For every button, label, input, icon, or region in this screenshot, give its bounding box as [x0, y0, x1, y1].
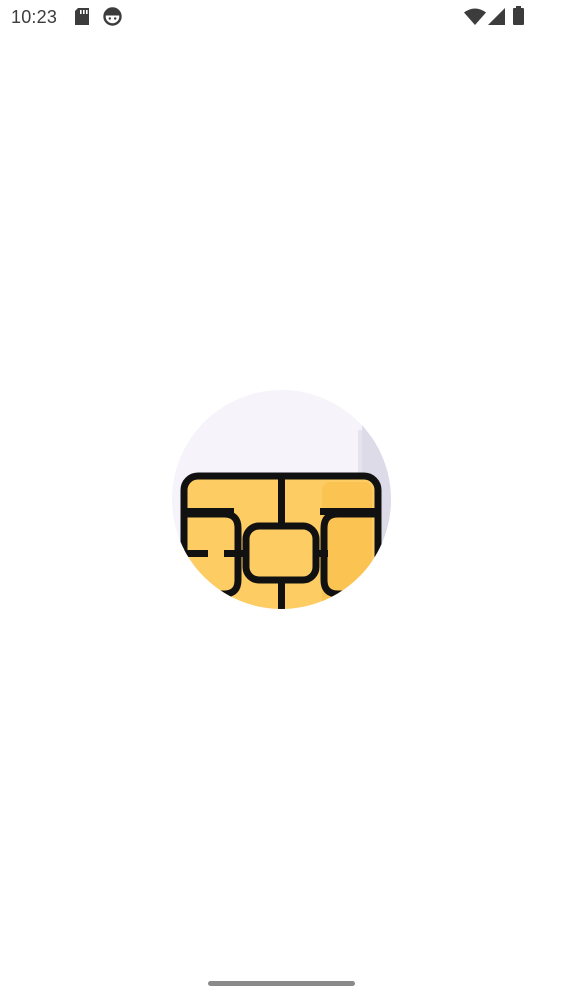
- wifi-icon: [464, 8, 486, 25]
- cell-signal-icon: [488, 8, 505, 25]
- app-logo: [172, 390, 391, 609]
- android-face-icon: [103, 7, 122, 26]
- sim-chip-icon: [172, 390, 391, 609]
- sd-card-icon: [75, 8, 89, 25]
- battery-icon: [513, 6, 524, 25]
- status-bar: 10:23: [0, 0, 563, 34]
- status-time: 10:23: [11, 7, 58, 27]
- home-indicator[interactable]: [208, 981, 355, 986]
